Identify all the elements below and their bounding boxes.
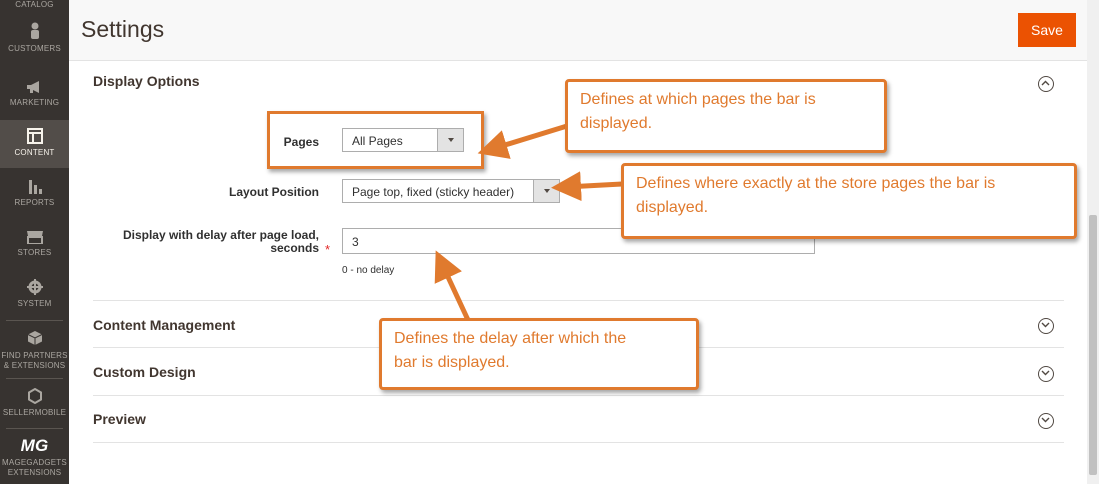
arrow-to-layout: [551, 171, 623, 202]
arrow-to-delay: [434, 250, 471, 322]
callout-delay-line1: Defines the delay after which the: [394, 330, 627, 347]
callout-pages-line1: Defines at which pages the bar is: [580, 91, 816, 108]
callout-layout: Defines where exactly at the store pages…: [621, 163, 1077, 239]
callout-delay: Defines the delay after which the bar is…: [379, 318, 699, 390]
callout-delay-line2: bar is displayed.: [394, 354, 510, 371]
callout-layout-line2: displayed.: [636, 199, 709, 216]
annotation-arrows: [434, 123, 623, 322]
callout-layout-line1: Defines where exactly at the store pages…: [636, 175, 996, 192]
arrow-to-pages: [477, 123, 568, 159]
callout-pages: Defines at which pages the bar is displa…: [565, 79, 887, 153]
callout-pages-line2: displayed.: [580, 115, 653, 132]
